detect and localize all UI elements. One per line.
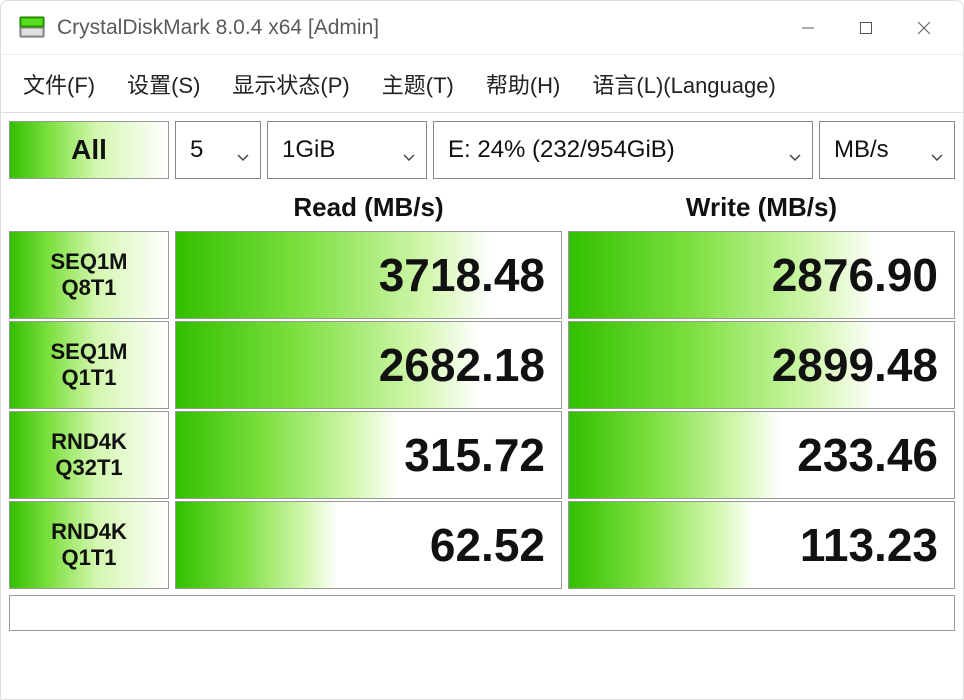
chevron-down-icon [236,143,250,157]
read-value: 2682.18 [379,338,545,392]
test-row: RND4KQ1T1 62.52 113.23 [9,501,955,589]
maximize-button[interactable] [837,1,895,54]
test-size-select[interactable]: 1GiB [267,121,427,179]
write-value: 233.46 [797,428,938,482]
run-test-button[interactable]: RND4KQ32T1 [9,411,169,499]
test-row: SEQ1MQ1T1 2682.18 2899.48 [9,321,955,409]
test-name-line2: Q8T1 [61,275,116,301]
write-value: 2899.48 [772,338,938,392]
menu-file[interactable]: 文件(F) [7,55,111,112]
menubar: 文件(F) 设置(S) 显示状态(P) 主题(T) 帮助(H) 语言(L)(La… [1,55,963,113]
test-count-select[interactable]: 5 [175,121,261,179]
test-name-line1: RND4K [51,429,127,455]
titlebar: CrystalDiskMark 8.0.4 x64 [Admin] [1,1,963,55]
status-bar [9,595,955,631]
test-name-line1: SEQ1M [50,339,127,365]
header-write: Write (MB/s) [568,185,955,229]
window-title: CrystalDiskMark 8.0.4 x64 [Admin] [57,16,779,40]
read-value: 3718.48 [379,248,545,302]
chevron-down-icon [402,143,416,157]
menu-display[interactable]: 显示状态(P) [216,55,365,112]
test-name-line1: SEQ1M [50,249,127,275]
run-all-button[interactable]: All [9,121,169,179]
read-bar [176,502,338,588]
run-test-button[interactable]: RND4KQ1T1 [9,501,169,589]
drive-select[interactable]: E: 24% (232/954GiB) [433,121,813,179]
read-value: 315.72 [404,428,545,482]
write-bar [569,412,781,498]
test-name-line2: Q1T1 [61,545,116,571]
write-value-cell: 2876.90 [568,231,955,319]
write-value: 113.23 [800,518,938,572]
chevron-down-icon [930,143,944,157]
read-bar [176,412,399,498]
header-spacer [9,185,169,229]
menu-settings[interactable]: 设置(S) [111,55,216,112]
drive-value: E: 24% (232/954GiB) [448,136,778,164]
read-value: 62.52 [430,518,545,572]
close-button[interactable] [895,1,953,54]
read-value-cell: 315.72 [175,411,562,499]
menu-language[interactable]: 语言(L)(Language) [576,55,791,112]
test-name-line1: RND4K [51,519,127,545]
test-name-line2: Q32T1 [55,455,122,481]
chevron-down-icon [788,143,802,157]
write-value-cell: 233.46 [568,411,955,499]
write-value: 2876.90 [772,248,938,302]
test-name-line2: Q1T1 [61,365,116,391]
run-test-button[interactable]: SEQ1MQ1T1 [9,321,169,409]
test-row: RND4KQ32T1 315.72 233.46 [9,411,955,499]
menu-help[interactable]: 帮助(H) [470,55,577,112]
app-icon [19,15,45,41]
read-value-cell: 2682.18 [175,321,562,409]
write-bar [569,502,754,588]
read-value-cell: 62.52 [175,501,562,589]
test-row: SEQ1MQ8T1 3718.48 2876.90 [9,231,955,319]
header-read: Read (MB/s) [175,185,562,229]
unit-select[interactable]: MB/s [819,121,955,179]
write-value-cell: 113.23 [568,501,955,589]
test-count-value: 5 [190,136,226,164]
test-size-value: 1GiB [282,136,392,164]
run-all-label: All [71,134,107,166]
read-value-cell: 3718.48 [175,231,562,319]
run-test-button[interactable]: SEQ1MQ8T1 [9,231,169,319]
write-value-cell: 2899.48 [568,321,955,409]
minimize-button[interactable] [779,1,837,54]
menu-theme[interactable]: 主题(T) [366,55,470,112]
unit-value: MB/s [834,136,920,164]
